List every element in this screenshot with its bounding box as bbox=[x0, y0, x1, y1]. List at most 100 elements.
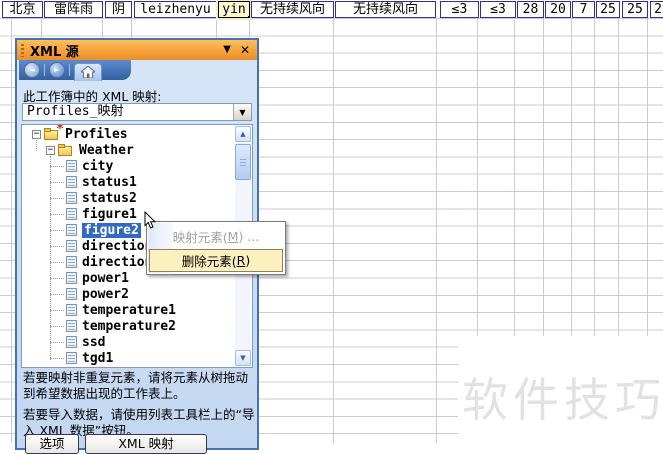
element-icon bbox=[66, 336, 77, 348]
excel-screenshot: { "sheet": { "row1_cells": [ {"text":"北京… bbox=[0, 0, 663, 454]
dropdown-arrow-icon[interactable]: ▼ bbox=[233, 104, 251, 120]
tree-item-label: power2 bbox=[82, 286, 129, 302]
tree-item-label: power1 bbox=[82, 270, 129, 286]
tree-item-temperature1[interactable]: temperature1 bbox=[22, 302, 234, 318]
gridline bbox=[11, 18, 12, 443]
element-icon bbox=[66, 352, 77, 364]
menu-item-label: ) bbox=[245, 253, 251, 268]
home-icon bbox=[81, 66, 95, 78]
tree-item-city[interactable]: city bbox=[22, 158, 234, 174]
tree-item-temperature2[interactable]: temperature2 bbox=[22, 318, 234, 334]
tree-item-tgd1[interactable]: tgd1 bbox=[22, 350, 234, 366]
tree-item-Profiles[interactable]: − * Profiles bbox=[22, 125, 234, 142]
menu-item-label: 删除元素( bbox=[181, 254, 237, 269]
hint-drag-elements: 若要映射非重复元素，请将元素从树拖动到希望数据出现的工作表上。 bbox=[23, 370, 249, 401]
tree-connector bbox=[50, 197, 64, 199]
close-icon[interactable]: ✕ bbox=[240, 44, 250, 56]
active-cell[interactable]: yin bbox=[218, 1, 250, 18]
tree-connector bbox=[50, 245, 64, 247]
tree-item-label: city bbox=[82, 158, 114, 174]
tree-item-figure1[interactable]: figure1 bbox=[22, 206, 234, 222]
menu-item-delete-element[interactable]: 删除元素(R) bbox=[149, 249, 283, 272]
tree-connector bbox=[50, 293, 64, 295]
mapped-cell[interactable]: 2 bbox=[650, 1, 663, 18]
context-menu: 映射元素(M) ... 删除元素(R) bbox=[146, 221, 286, 275]
tree-connector bbox=[50, 229, 64, 231]
tree-item-Weather[interactable]: − Weather bbox=[22, 142, 234, 158]
element-icon bbox=[66, 192, 77, 204]
mapped-cell[interactable]: 20 bbox=[545, 1, 571, 18]
folder-icon bbox=[58, 144, 74, 156]
gridline bbox=[333, 18, 334, 443]
tree-item-label: Profiles bbox=[65, 126, 128, 142]
element-icon bbox=[66, 320, 77, 332]
tree-item-label: temperature1 bbox=[82, 302, 176, 318]
mapped-cell[interactable]: ≤3 bbox=[480, 1, 516, 18]
toolbar-separator bbox=[44, 64, 45, 76]
mapped-cell[interactable]: 无持续风向 bbox=[251, 1, 334, 18]
mapped-cell[interactable]: 无持续风向 bbox=[335, 1, 436, 18]
pane-toolbar: ◄ ► bbox=[19, 60, 131, 81]
back-icon[interactable]: ◄ bbox=[24, 62, 40, 78]
tree-item-label: ssd bbox=[82, 334, 106, 350]
mapped-cell[interactable]: 7 bbox=[572, 1, 595, 18]
xml-map-dropdown-value: Profiles_映射 bbox=[27, 104, 124, 119]
mapped-cell[interactable]: 雷阵雨 bbox=[44, 1, 103, 18]
pane-menu-chevron-icon[interactable]: ▼ bbox=[223, 45, 231, 55]
element-icon bbox=[66, 256, 77, 268]
element-icon bbox=[66, 288, 77, 300]
watermark-text: 软件技巧 bbox=[462, 373, 663, 427]
collapse-icon[interactable]: − bbox=[46, 145, 55, 155]
tree-item-label: figure1 bbox=[82, 206, 137, 222]
tree-item-status1[interactable]: status1 bbox=[22, 174, 234, 190]
tree-item-power2[interactable]: power2 bbox=[22, 286, 234, 302]
tree-item-label: figure2 bbox=[82, 222, 141, 238]
scrollbar-thumb[interactable] bbox=[235, 144, 251, 180]
tree-connector bbox=[50, 325, 64, 327]
element-icon bbox=[66, 208, 77, 220]
tree-item-label: status1 bbox=[82, 174, 137, 190]
mapped-cell[interactable]: 28 bbox=[517, 1, 544, 18]
xml-map-dropdown[interactable]: Profiles_映射 ▼ bbox=[22, 103, 252, 121]
menu-item-map-element[interactable]: 映射元素(M) ... bbox=[147, 224, 285, 249]
menu-item-label: ) ... bbox=[238, 229, 260, 244]
menu-item-label: M bbox=[227, 229, 239, 244]
mapped-cell[interactable]: leizhenyu bbox=[134, 1, 217, 18]
forward-icon[interactable]: ► bbox=[49, 62, 65, 78]
options-button[interactable]: 选项 bbox=[25, 434, 79, 454]
gridline bbox=[436, 18, 437, 443]
mapped-cell[interactable]: ≤3 bbox=[440, 1, 479, 18]
element-icon bbox=[66, 272, 77, 284]
mapped-cell[interactable]: 25 bbox=[596, 1, 620, 18]
tree-connector bbox=[50, 261, 64, 263]
menu-item-label: 映射元素( bbox=[172, 230, 228, 245]
element-icon bbox=[66, 176, 77, 188]
tree-item-status2[interactable]: status2 bbox=[22, 190, 234, 206]
home-button[interactable] bbox=[74, 62, 102, 81]
tree-item-label: Weather bbox=[79, 142, 134, 158]
mapped-cell[interactable]: 阴 bbox=[105, 1, 132, 18]
tree-connector bbox=[50, 309, 64, 311]
scroll-up-icon[interactable]: ▲ bbox=[235, 126, 251, 142]
xml-maps-button[interactable]: XML 映射 bbox=[85, 434, 207, 454]
tree-connector bbox=[50, 181, 64, 183]
folder-icon: * bbox=[44, 125, 64, 140]
mapped-cell[interactable]: 25 bbox=[622, 1, 648, 18]
mapped-cell[interactable]: 北京 bbox=[2, 1, 43, 18]
tree-item-ssd[interactable]: ssd bbox=[22, 334, 234, 350]
task-pane-titlebar[interactable]: XML 源 ▼ ✕ bbox=[17, 40, 257, 60]
tree-item-label: tgd1 bbox=[82, 350, 114, 366]
element-icon bbox=[66, 240, 77, 252]
toolbar-separator bbox=[69, 64, 70, 76]
collapse-icon[interactable]: − bbox=[32, 129, 41, 139]
drag-grip-icon[interactable] bbox=[21, 43, 24, 57]
pane-title: XML 源 bbox=[30, 44, 79, 60]
scroll-down-icon[interactable]: ▼ bbox=[235, 350, 251, 366]
tree-connector bbox=[50, 341, 64, 343]
tree-connector bbox=[50, 277, 64, 279]
tree-connector bbox=[50, 165, 64, 167]
element-icon bbox=[66, 304, 77, 316]
tree-connector bbox=[50, 357, 64, 359]
element-icon bbox=[66, 160, 77, 172]
mouse-cursor bbox=[144, 210, 157, 233]
